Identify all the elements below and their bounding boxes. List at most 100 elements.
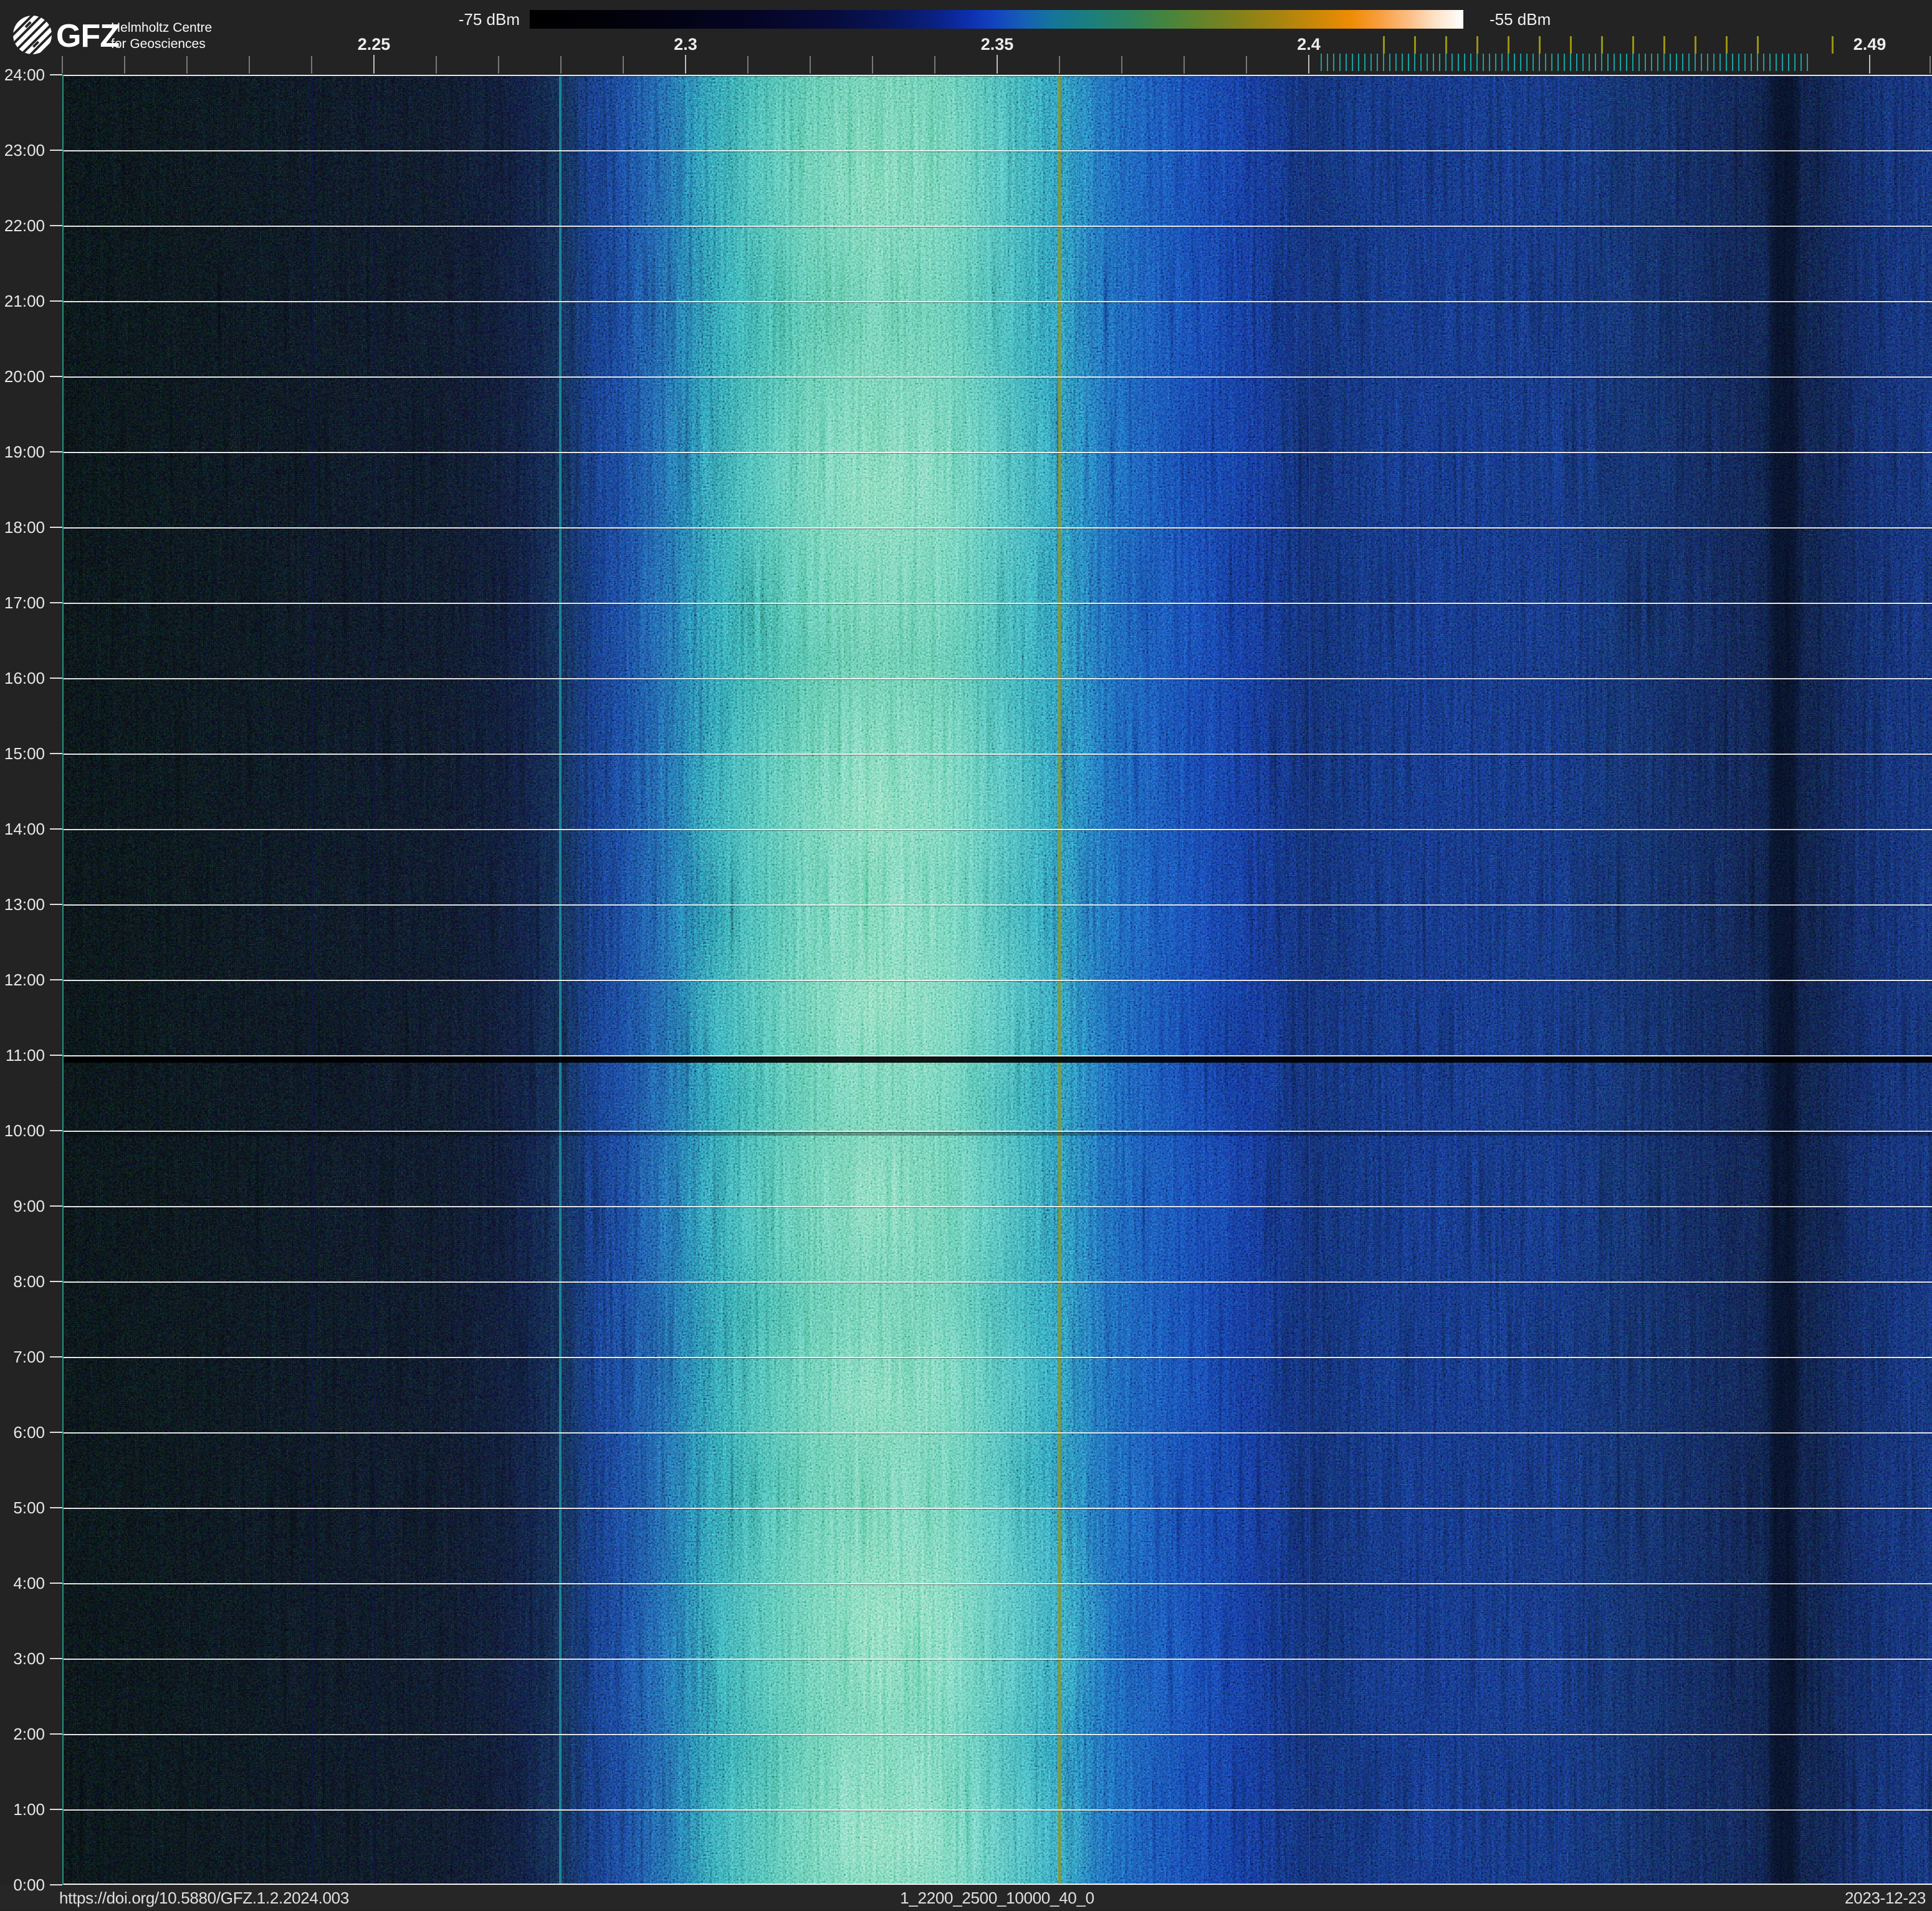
- time-label: 12:00: [0, 970, 45, 989]
- colorbar-max-label: -55 dBm: [1490, 10, 1551, 29]
- bluetooth-channel-tick: [1601, 54, 1602, 71]
- freq-tick: [1246, 56, 1247, 74]
- freq-tick-label: 2.25: [358, 36, 391, 52]
- bluetooth-channel-tick: [1719, 54, 1721, 71]
- bluetooth-channel-tick: [1458, 54, 1459, 71]
- bluetooth-channel-tick: [1614, 54, 1615, 71]
- hour-tick: [50, 678, 62, 679]
- hour-tick: [50, 753, 62, 754]
- gfz-logo-icon: [12, 15, 52, 55]
- hour-tick: [50, 1356, 62, 1358]
- bluetooth-channel-tick: [1420, 54, 1422, 71]
- bluetooth-channel-tick: [1626, 54, 1627, 71]
- time-label: 6:00: [0, 1423, 45, 1442]
- hour-tick: [50, 300, 62, 302]
- bluetooth-channel-tick: [1751, 54, 1752, 71]
- wifi-channel-tick: [1757, 36, 1759, 54]
- doi-link[interactable]: https://doi.org/10.5880/GFZ.1.2.2024.003: [59, 1885, 349, 1910]
- gfz-org-name: Helmholtz Centre for Geosciences: [111, 20, 212, 52]
- hour-tick: [50, 1507, 62, 1508]
- bluetooth-channel-tick: [1670, 54, 1671, 71]
- bluetooth-channel-tick: [1701, 54, 1702, 71]
- bluetooth-channel-tick: [1744, 54, 1746, 71]
- date-label: 2023-12-23: [1845, 1885, 1926, 1910]
- bluetooth-channel-tick: [1645, 54, 1646, 71]
- bluetooth-channel-tick: [1682, 54, 1683, 71]
- time-label: 13:00: [0, 895, 45, 914]
- hour-tick: [50, 1809, 62, 1810]
- freq-tick-label: 2.3: [674, 36, 697, 52]
- bluetooth-channel-tick: [1800, 54, 1802, 71]
- freq-tick-major: [1869, 55, 1870, 74]
- freq-tick: [560, 56, 562, 74]
- bluetooth-channel-tick: [1707, 54, 1708, 71]
- gfz-logo-text: GFZ: [56, 16, 119, 56]
- bluetooth-channel-tick: [1352, 54, 1353, 71]
- bluetooth-channel-tick: [1520, 54, 1521, 71]
- freq-tick: [62, 56, 63, 74]
- bluetooth-channel-tick: [1476, 54, 1478, 71]
- hour-tick: [50, 1884, 62, 1885]
- bluetooth-channel-tick: [1564, 54, 1565, 71]
- org-line2: for Geosciences: [111, 37, 206, 51]
- time-label: 15:00: [0, 744, 45, 763]
- hour-tick: [50, 979, 62, 980]
- freq-tick: [1121, 56, 1122, 74]
- time-label: 16:00: [0, 669, 45, 687]
- bluetooth-channel-tick: [1402, 54, 1403, 71]
- time-label: 0:00: [0, 1875, 45, 1894]
- time-label: 21:00: [0, 292, 45, 310]
- time-label: 11:00: [0, 1046, 45, 1065]
- freq-tick: [623, 56, 624, 74]
- bluetooth-channel-tick: [1370, 54, 1372, 71]
- spectrogram-plot: [62, 75, 1932, 1885]
- freq-tick-label: 2.4: [1297, 36, 1321, 52]
- bluetooth-channel-tick: [1657, 54, 1658, 71]
- plot-left-border: [62, 75, 64, 1885]
- colorbar-min-label: -75 dBm: [393, 10, 520, 29]
- bluetooth-channel-tick: [1339, 54, 1341, 71]
- freq-tick-major: [1308, 55, 1309, 74]
- bluetooth-channel-tick: [1439, 54, 1440, 71]
- wifi-channel-tick: [1383, 36, 1385, 54]
- bluetooth-channel-tick: [1763, 54, 1764, 71]
- bluetooth-channel-tick: [1688, 54, 1690, 71]
- freq-tick: [436, 56, 437, 74]
- freq-tick: [498, 56, 499, 74]
- freq-tick: [872, 56, 873, 74]
- bluetooth-channel-tick: [1582, 54, 1584, 71]
- freq-tick: [934, 56, 935, 74]
- colorbar-gradient: [530, 10, 1463, 29]
- bluetooth-channel-tick: [1533, 54, 1534, 71]
- hour-tick: [50, 150, 62, 151]
- bluetooth-channel-tick: [1333, 54, 1334, 71]
- freq-tick: [1930, 56, 1931, 74]
- bluetooth-channel-tick: [1489, 54, 1490, 71]
- bluetooth-channel-tick: [1589, 54, 1590, 71]
- freq-tick: [249, 56, 250, 74]
- hour-tick: [50, 1055, 62, 1056]
- bluetooth-channel-tick: [1713, 54, 1714, 71]
- hour-tick: [50, 376, 62, 377]
- hour-tick: [50, 904, 62, 905]
- bluetooth-channel-tick: [1695, 54, 1696, 71]
- bluetooth-channel-tick: [1508, 54, 1509, 71]
- freq-tick: [124, 56, 125, 74]
- bluetooth-channel-tick: [1464, 54, 1465, 71]
- bluetooth-channel-tick: [1364, 54, 1365, 71]
- bluetooth-channel-tick: [1514, 54, 1515, 71]
- time-label: 8:00: [0, 1272, 45, 1291]
- bluetooth-channel-tick: [1570, 54, 1571, 71]
- bluetooth-channel-tick: [1769, 54, 1771, 71]
- bluetooth-channel-tick: [1483, 54, 1484, 71]
- wifi-channel-tick: [1695, 36, 1696, 54]
- bluetooth-channel-tick: [1346, 54, 1347, 71]
- time-label: 23:00: [0, 141, 45, 160]
- time-label: 7:00: [0, 1348, 45, 1366]
- header: GFZ Helmholtz Centre for Geosciences -75…: [0, 0, 1932, 75]
- bluetooth-channel-tick: [1651, 54, 1652, 71]
- bluetooth-channel-tick: [1445, 54, 1447, 71]
- bluetooth-channel-tick: [1638, 54, 1640, 71]
- time-label: 3:00: [0, 1649, 45, 1668]
- footer: https://doi.org/10.5880/GFZ.1.2.2024.003…: [0, 1885, 1932, 1910]
